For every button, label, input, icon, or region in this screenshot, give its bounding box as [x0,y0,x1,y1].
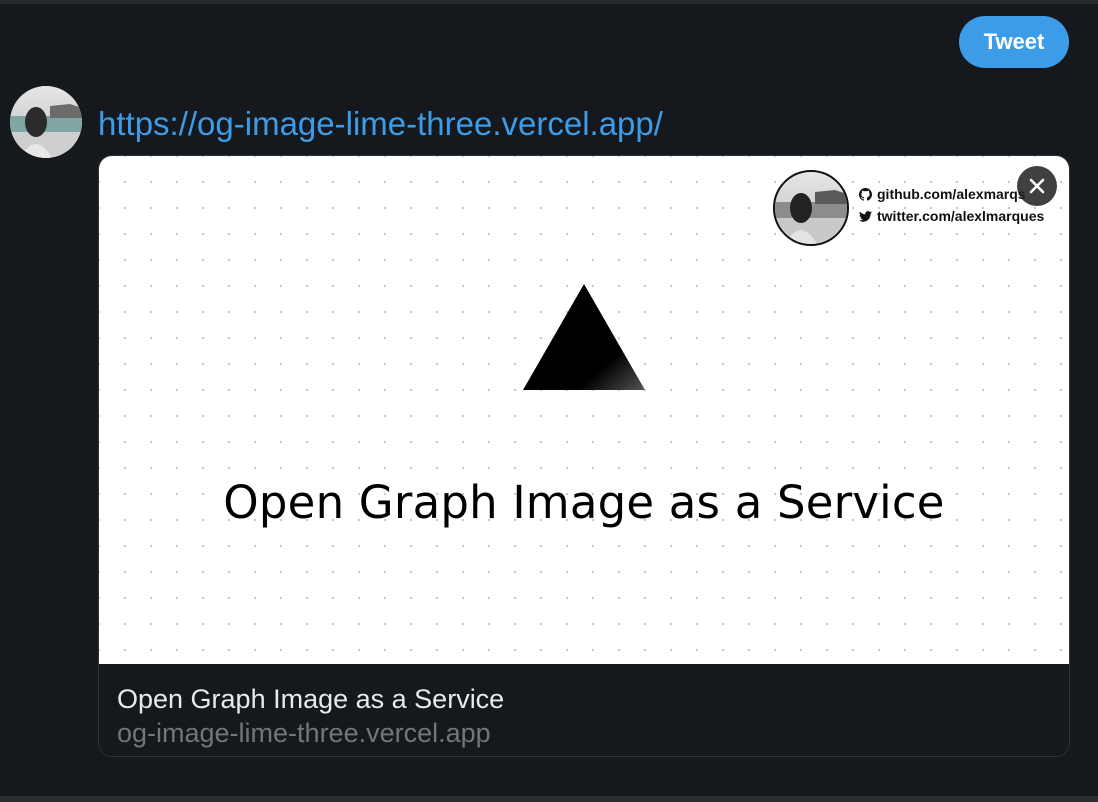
bottom-divider [0,796,1098,802]
tweet-button[interactable]: Tweet [959,16,1069,68]
og-preview-image: github.com/alexmarqs twitter.com/alexlma… [99,156,1069,664]
top-divider [0,0,1098,4]
close-preview-button[interactable] [1017,166,1057,206]
close-icon [1029,178,1045,194]
avatar-photo [10,86,82,158]
og-avatar-photo [775,172,847,244]
card-title: Open Graph Image as a Service [117,684,505,714]
og-twitter-line: twitter.com/alexlmarques [859,208,1044,224]
github-icon [859,187,872,201]
card-domain: og-image-lime-three.vercel.app [117,718,491,748]
link-preview-card[interactable]: github.com/alexmarqs twitter.com/alexlma… [98,155,1070,757]
twitter-icon [859,210,872,222]
user-avatar[interactable] [10,86,82,158]
og-image-headline: Open Graph Image as a Service [223,476,945,529]
card-footer: Open Graph Image as a Service og-image-l… [99,664,1069,756]
og-twitter-text: twitter.com/alexlmarques [877,208,1045,224]
og-github-text: github.com/alexmarqs [877,186,1026,202]
tweet-url-link[interactable]: https://og-image-lime-three.vercel.app/ [98,102,663,146]
og-author-avatar [773,170,849,246]
vercel-triangle-icon [523,284,645,390]
og-github-line: github.com/alexmarqs [859,186,1026,202]
